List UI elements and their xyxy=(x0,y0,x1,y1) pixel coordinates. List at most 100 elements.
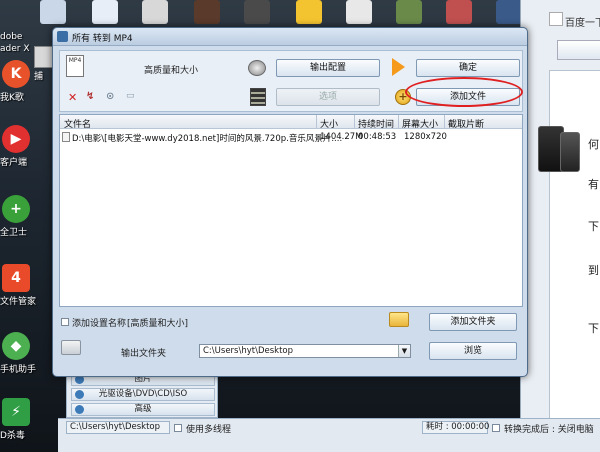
category-label: 高级 xyxy=(134,404,152,414)
column-size[interactable]: 大小 xyxy=(320,117,338,130)
ok-button[interactable]: 确定 xyxy=(416,59,520,77)
column-divider[interactable] xyxy=(354,115,355,129)
gear-icon xyxy=(75,405,84,414)
elapsed-text: 耗时 : 00:00:00 xyxy=(426,422,490,432)
category-dvd[interactable]: 光驱设备\DVD\CD\ISO xyxy=(71,388,215,401)
status-path-text: C:\Users\hyt\Desktop xyxy=(70,422,160,432)
file-icon xyxy=(62,132,70,142)
arrow-right-icon xyxy=(392,58,405,76)
desktop-icon[interactable] xyxy=(92,0,118,24)
desktop-top-icons xyxy=(0,0,540,30)
phone-icon xyxy=(560,132,580,172)
desktop-icon-label: 手机助手 xyxy=(0,365,37,375)
plus-shield-icon: + xyxy=(2,195,30,223)
shield-icon: ⚡ xyxy=(2,398,30,426)
desktop-icon-label: 我K歌 xyxy=(0,93,24,103)
output-folder-label: 输出文件夹 xyxy=(121,349,167,359)
add-setting-name-checkbox[interactable] xyxy=(61,318,69,326)
output-folder-select[interactable]: C:\Users\hyt\Desktop ▼ xyxy=(199,344,411,358)
clear-icon[interactable]: ↯ xyxy=(86,91,94,102)
column-duration[interactable]: 持续时间 xyxy=(358,117,394,130)
media-info-icon[interactable]: ▭ xyxy=(126,91,135,101)
desktop-icon-files[interactable]: 4 文件管家 xyxy=(0,264,40,307)
cell-duration: 00:48:53 xyxy=(358,132,397,142)
camera-icon xyxy=(248,60,266,76)
desktop-icon-label: D杀毒 xyxy=(0,431,25,441)
column-filename[interactable]: 文件名 xyxy=(64,117,91,130)
dialog-title: 所有 转到 MP4 xyxy=(72,34,133,44)
cell-filename: D:\电影\[电影天堂-www.dy2018.net]时间的风景.720p.音乐… xyxy=(72,134,343,144)
delete-icon[interactable]: ✕ xyxy=(68,91,77,104)
status-bar: C:\Users\hyt\Desktop 使用多线程 耗时 : 00:00:00… xyxy=(58,418,600,452)
output-folder-icon[interactable] xyxy=(61,340,81,355)
checkbox[interactable] xyxy=(549,12,563,26)
file-list[interactable]: 文件名 大小 持续时间 屏幕大小 截取片断 D:\电影\[电影天堂-www.dy… xyxy=(59,114,523,307)
desktop-icon[interactable] xyxy=(346,0,372,24)
output-folder-value: C:\Users\hyt\Desktop xyxy=(203,346,293,356)
desktop-icon-client[interactable]: ▶ 客户端 xyxy=(0,125,40,168)
multithread-label: 使用多线程 xyxy=(186,425,232,435)
k-song-icon: K xyxy=(2,60,30,88)
column-divider[interactable] xyxy=(444,115,445,129)
options-button[interactable]: 选项 xyxy=(276,88,380,106)
play-icon: ▶ xyxy=(2,125,30,153)
desktop-icon-label: 文件管家 xyxy=(0,297,37,307)
desktop-icon-label: 客户端 xyxy=(0,158,28,168)
desktop-icon[interactable] xyxy=(244,0,270,24)
desktop-icon-label: dobe xyxy=(0,32,23,42)
add-setting-name-value: [高质量和大小] xyxy=(127,319,189,329)
category-advanced[interactable]: 高级 xyxy=(71,403,215,416)
desktop-icon[interactable] xyxy=(40,0,66,24)
elapsed-field: 耗时 : 00:00:00 xyxy=(422,421,490,434)
desktop-left-icons: dobe ader X K 我K歌 ▶ 客户端 + 全卫士 4 文件管家 ◆ 手… xyxy=(0,30,58,452)
quality-label: 高质量和大小 xyxy=(144,66,199,76)
music-icon[interactable] xyxy=(296,0,322,24)
folder-plus-icon xyxy=(389,312,409,327)
column-clip[interactable]: 截取片断 xyxy=(448,117,484,130)
film-icon xyxy=(250,88,266,106)
convert-dialog: 所有 转到 MP4 MP4 高质量和大小 ✕ ↯ ⊙ ▭ 输出配置 选项 确定 … xyxy=(52,27,528,377)
add-folder-button[interactable]: 添加文件夹 xyxy=(429,313,517,331)
category-label: 光驱设备\DVD\CD\ISO xyxy=(98,389,188,399)
side-pane xyxy=(549,70,600,430)
side-text: 到 xyxy=(588,264,599,277)
desktop-icon[interactable] xyxy=(194,0,220,24)
desktop-icon[interactable] xyxy=(142,0,168,24)
disc-icon xyxy=(75,390,84,399)
after-convert-label: 转换完成后 : 关闭电脑 xyxy=(504,425,594,435)
list-header: 文件名 大小 持续时间 屏幕大小 截取片断 xyxy=(60,115,522,130)
baidu-link[interactable]: 百度一下 xyxy=(565,14,600,29)
output-area: 添加设置名称 [高质量和大小] 添加文件夹 输出文件夹 C:\Users\hyt… xyxy=(59,310,523,374)
desktop-icon[interactable] xyxy=(396,0,422,24)
output-config-button[interactable]: 输出配置 xyxy=(276,59,380,77)
multithread-checkbox[interactable] xyxy=(174,424,182,432)
cell-size: 1404.27M xyxy=(320,132,363,142)
settings-area: MP4 高质量和大小 ✕ ↯ ⊙ ▭ 输出配置 选项 确定 + 添加文件 xyxy=(59,50,523,112)
tab-strip[interactable] xyxy=(557,40,600,60)
desktop-icon[interactable] xyxy=(496,0,522,24)
after-convert-checkbox[interactable] xyxy=(492,424,500,432)
phone-helper-icon: ◆ xyxy=(2,332,30,360)
side-text: 下 xyxy=(588,322,599,335)
side-text: 何 xyxy=(588,138,599,151)
chevron-down-icon[interactable]: ▼ xyxy=(398,345,410,357)
status-path: C:\Users\hyt\Desktop xyxy=(66,421,170,434)
cell-screen: 1280x720 xyxy=(404,132,447,142)
desktop-icon-security[interactable]: + 全卫士 xyxy=(0,195,40,238)
column-divider[interactable] xyxy=(398,115,399,129)
column-divider[interactable] xyxy=(316,115,317,129)
grid-icon: 4 xyxy=(2,264,30,292)
dialog-titlebar[interactable]: 所有 转到 MP4 xyxy=(53,28,527,46)
column-screen[interactable]: 屏幕大小 xyxy=(402,117,438,130)
table-row[interactable]: D:\电影\[电影天堂-www.dy2018.net]时间的风景.720p.音乐… xyxy=(60,131,522,144)
highlight-annotation xyxy=(405,77,523,107)
side-text: 下 xyxy=(588,220,599,233)
desktop-icon-phone-helper[interactable]: ◆ 手机助手 xyxy=(0,332,40,375)
browse-button[interactable]: 浏览 xyxy=(429,342,517,360)
desktop-icon-antivirus[interactable]: ⚡ D杀毒 xyxy=(0,398,40,441)
play-file-icon[interactable]: ⊙ xyxy=(106,91,114,102)
add-setting-name-label: 添加设置名称 xyxy=(72,319,127,329)
app-icon xyxy=(57,31,68,42)
mp4-format-icon[interactable]: MP4 xyxy=(66,55,84,77)
desktop-icon[interactable] xyxy=(446,0,472,24)
